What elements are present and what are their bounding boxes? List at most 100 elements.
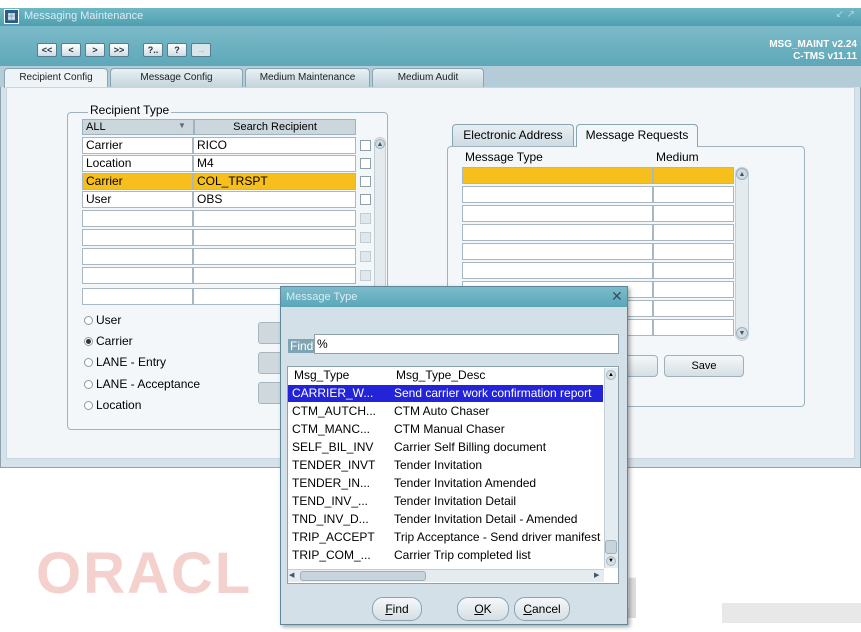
message-type-cell[interactable] <box>462 186 653 203</box>
previous-record-button[interactable]: < <box>61 43 81 57</box>
medium-cell[interactable] <box>653 243 734 260</box>
recipient-type-cell[interactable] <box>82 229 193 246</box>
message-requests-scrollbar[interactable] <box>735 167 749 341</box>
recipient-name-cell[interactable]: OBS <box>193 191 356 208</box>
recipient-type-cell[interactable]: Carrier <box>82 137 193 154</box>
message-type-cell[interactable] <box>462 167 653 184</box>
search-recipient-button[interactable]: Search Recipient <box>194 119 356 135</box>
recipient-type-cell[interactable]: User <box>82 191 193 208</box>
scroll-thumb[interactable] <box>605 540 617 554</box>
radio-lane-entry[interactable]: LANE - Entry <box>84 355 166 369</box>
recipient-checkbox[interactable] <box>360 251 371 262</box>
tab-electronic-address[interactable]: Electronic Address <box>452 124 574 146</box>
tab-message-config[interactable]: Message Config <box>110 68 243 87</box>
recipient-scrollbar[interactable] <box>374 137 386 292</box>
list-item[interactable]: TRIP_ACCEPT Trip Acceptance - Send driver… <box>288 529 603 546</box>
watermark-bar <box>722 603 861 623</box>
recipient-checkbox[interactable] <box>360 213 371 224</box>
save-button[interactable]: Save <box>664 355 744 377</box>
radio-user[interactable]: User <box>84 313 121 327</box>
medium-cell[interactable] <box>653 281 734 298</box>
list-vertical-scrollbar[interactable] <box>604 368 618 568</box>
msg-type-desc-value: Carrier Trip completed list <box>394 548 531 562</box>
recipient-name-cell[interactable] <box>193 248 356 265</box>
recipient-type-cell[interactable] <box>82 288 193 305</box>
recipient-name-cell[interactable]: COL_TRSPT <box>193 173 356 190</box>
recipient-type-cell[interactable] <box>82 248 193 265</box>
recipient-name-cell[interactable] <box>193 229 356 246</box>
list-item[interactable]: TND_INV_D... Tender Invitation Detail - A… <box>288 511 603 528</box>
message-type-cell[interactable] <box>462 224 653 241</box>
last-record-button[interactable]: >> <box>109 43 129 57</box>
radio-label: Carrier <box>96 334 133 348</box>
help-button[interactable]: ? <box>167 43 187 57</box>
exit-button[interactable]: → <box>191 43 211 57</box>
recipient-name-cell[interactable] <box>193 210 356 227</box>
scroll-up-icon[interactable]: ▲ <box>606 370 616 380</box>
message-type-cell[interactable] <box>462 243 653 260</box>
next-record-button[interactable]: > <box>85 43 105 57</box>
message-type-cell[interactable] <box>462 262 653 279</box>
medium-cell[interactable] <box>653 167 734 184</box>
scroll-left-icon[interactable]: ◀ <box>289 571 294 579</box>
ok-button[interactable]: OK <box>457 597 509 621</box>
medium-cell[interactable] <box>653 186 734 203</box>
cancel-button[interactable]: Cancel <box>514 597 570 621</box>
medium-cell[interactable] <box>653 300 734 317</box>
medium-cell[interactable] <box>653 262 734 279</box>
recipient-name-cell[interactable] <box>193 267 356 284</box>
find-input[interactable]: % <box>314 334 619 354</box>
radio-lane-acceptance[interactable]: LANE - Acceptance <box>84 377 200 391</box>
scroll-up-icon[interactable]: ▲ <box>375 139 385 149</box>
list-item[interactable]: CTM_MANC... CTM Manual Chaser <box>288 421 603 438</box>
medium-cell[interactable] <box>653 319 734 336</box>
tab-recipient-config[interactable]: Recipient Config <box>4 68 108 88</box>
recipient-type-cell[interactable] <box>82 267 193 284</box>
msg-type-desc-value: Tender Invitation Detail <box>394 494 517 508</box>
recipient-checkbox[interactable] <box>360 232 371 243</box>
tab-medium-audit[interactable]: Medium Audit <box>372 68 484 87</box>
query-help-button[interactable]: ?.. <box>143 43 163 57</box>
app-icon: ▦ <box>4 9 19 24</box>
module-version: MSG_MAINT v2.24 <box>769 39 857 50</box>
message-type-cell[interactable] <box>462 205 653 222</box>
medium-cell[interactable] <box>653 224 734 241</box>
find-button[interactable]: Find <box>372 597 422 621</box>
radio-label: User <box>96 313 122 327</box>
recipient-type-label: Recipient Type <box>88 103 172 117</box>
recipient-type-cell[interactable]: Carrier <box>82 173 193 190</box>
list-item[interactable]: TEND_INV_... Tender Invitation Detail <box>288 493 603 510</box>
chevron-down-icon[interactable]: ▼ <box>178 121 186 130</box>
list-item[interactable]: CTM_AUTCH... CTM Auto Chaser <box>288 403 603 420</box>
radio-dot-icon <box>84 316 93 325</box>
list-item[interactable]: TENDER_INVT Tender Invitation <box>288 457 603 474</box>
medium-cell[interactable] <box>653 205 734 222</box>
radio-label: Location <box>96 398 142 412</box>
recipient-name-cell[interactable]: RICO <box>193 137 356 154</box>
list-item[interactable]: TENDER_IN... Tender Invitation Amended <box>288 475 603 492</box>
list-item[interactable]: TRIP_COM_... Carrier Trip completed list <box>288 547 603 564</box>
radio-carrier[interactable]: Carrier <box>84 334 133 348</box>
recipient-checkbox[interactable] <box>360 158 371 169</box>
recipient-checkbox[interactable] <box>360 194 371 205</box>
recipient-name-cell[interactable]: M4 <box>193 155 356 172</box>
recipient-checkbox[interactable] <box>360 140 371 151</box>
list-item[interactable]: CARRIER_W... Send carrier work confirmati… <box>288 385 603 402</box>
close-icon[interactable]: ✕ <box>611 288 623 305</box>
scroll-up-icon[interactable]: ▲ <box>736 168 748 180</box>
scroll-down-icon[interactable]: ▼ <box>606 556 616 566</box>
find-mnemonic: F <box>385 602 393 616</box>
recipient-checkbox[interactable] <box>360 176 371 187</box>
tab-medium-maintenance[interactable]: Medium Maintenance <box>245 68 370 87</box>
recipient-type-cell[interactable]: Location <box>82 155 193 172</box>
scroll-right-icon[interactable]: ▶ <box>594 571 599 579</box>
first-record-button[interactable]: << <box>37 43 57 57</box>
recipient-checkbox[interactable] <box>360 270 371 281</box>
list-item[interactable]: SELF_BIL_INV Carrier Self Billing documen… <box>288 439 603 456</box>
tab-message-requests[interactable]: Message Requests <box>576 124 698 147</box>
recipient-type-cell[interactable] <box>82 210 193 227</box>
window-resize-icon[interactable]: ↙ ↗ <box>835 9 855 20</box>
scroll-down-icon[interactable]: ▼ <box>736 327 748 339</box>
scroll-thumb[interactable] <box>300 571 426 581</box>
radio-location[interactable]: Location <box>84 398 141 412</box>
